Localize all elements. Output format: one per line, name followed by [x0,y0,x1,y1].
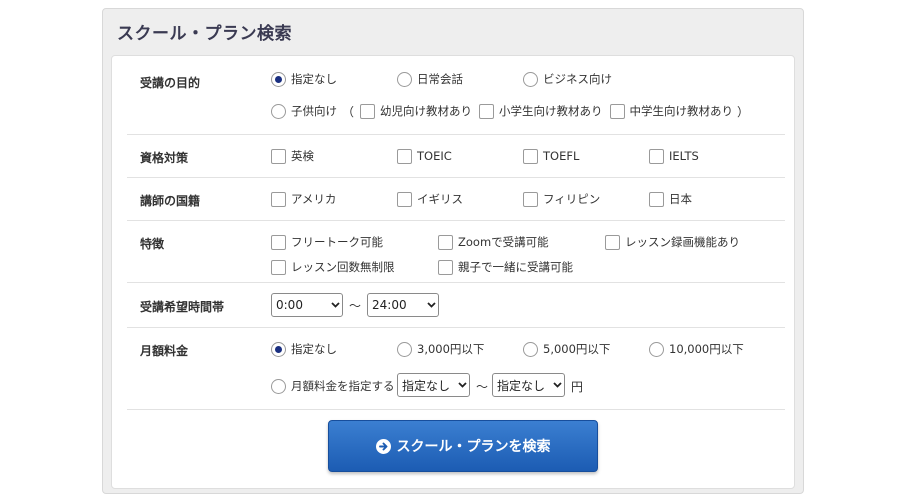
qualification-label: 資格対策 [140,151,189,165]
fee-option-custom[interactable]: 月額料金を指定する [271,377,395,395]
purpose-option-daily[interactable]: 日常会話 [397,70,463,88]
fee-max-select[interactable]: 指定なし [492,373,565,397]
checkbox[interactable] [523,191,538,207]
nationality-label: 講師の国籍 [140,194,201,208]
checkbox[interactable] [397,191,412,207]
fee-min-select[interactable]: 指定なし [397,373,470,397]
qualification-toeic[interactable]: TOEIC [397,147,452,165]
features-row: 特徴 フリートーク可能 Zoomで受講可能 レッスン録画機能あり レッスン回数無… [127,221,785,283]
checkbox[interactable] [438,259,453,275]
feature-parent-child[interactable]: 親子で一緒に受講可能 [438,258,573,276]
search-form: 受講の目的 指定なし 日常会話 ビジネス向け 子供向け （ 幼児向け教材あり 小… [111,55,795,489]
checkbox[interactable] [609,103,625,119]
qualification-row: 資格対策 英検 TOEIC TOEFL IELTS [127,135,785,178]
sub-option-junior-high[interactable]: 中学生向け教材あり [609,102,733,120]
search-panel: スクール・プラン検索 受講の目的 指定なし 日常会話 ビジネス向け 子供向け （ [102,8,804,494]
checkbox[interactable] [649,148,664,164]
purpose-kids-suboptions: （ 幼児向け教材あり 小学生向け教材あり 中学生向け教材あり ） [342,102,755,120]
purpose-option-kids[interactable]: 子供向け [271,102,337,120]
purpose-option-business[interactable]: ビジネス向け [523,70,612,88]
chevron-down-icon [455,374,469,396]
radio-selected[interactable] [271,71,286,87]
feature-recording[interactable]: レッスン録画機能あり [605,233,740,251]
feature-unlimited-lessons[interactable]: レッスン回数無制限 [271,258,395,276]
feature-free-talk[interactable]: フリートーク可能 [271,233,383,251]
nationality-uk[interactable]: イギリス [397,190,463,208]
qualification-eiken[interactable]: 英検 [271,147,314,165]
chevron-down-icon [328,294,342,316]
purpose-label: 受講の目的 [140,76,201,90]
checkbox[interactable] [605,234,620,250]
fee-row: 月額料金 指定なし 3,000円以下 5,000円以下 10,000円以下 月額… [127,328,785,410]
radio[interactable] [271,378,286,394]
nationality-philippines[interactable]: フィリピン [523,190,600,208]
qualification-ielts[interactable]: IELTS [649,147,699,165]
feature-zoom[interactable]: Zoomで受講可能 [438,233,549,251]
checkbox[interactable] [271,259,286,275]
time-separator: ～ [349,299,362,313]
qualification-toefl[interactable]: TOEFL [523,147,579,165]
paren-close: ） [737,104,750,119]
arrow-right-circle-icon [375,438,391,454]
time-from-select[interactable]: 0:00 [271,293,343,317]
features-label: 特徴 [140,237,165,251]
radio[interactable] [397,341,412,357]
checkbox[interactable] [271,148,286,164]
radio[interactable] [523,71,538,87]
nationality-japan[interactable]: 日本 [649,190,692,208]
fee-option-10000[interactable]: 10,000円以下 [649,340,744,358]
paren-open: （ [342,104,355,119]
chevron-down-icon [424,294,438,316]
sub-option-preschool[interactable]: 幼児向け教材あり [360,102,472,120]
nationality-row: 講師の国籍 アメリカ イギリス フィリピン 日本 [127,178,785,221]
radio[interactable] [649,341,664,357]
checkbox[interactable] [397,148,412,164]
checkbox[interactable] [360,103,376,119]
checkbox[interactable] [438,234,453,250]
purpose-option-none[interactable]: 指定なし [271,70,337,88]
time-row: 受講希望時間帯 0:00 ～ 24:00 [127,283,785,328]
fee-option-none[interactable]: 指定なし [271,340,337,358]
fee-option-5000[interactable]: 5,000円以下 [523,340,610,358]
panel-title: スクール・プラン検索 [117,24,292,44]
search-button-label: スクール・プランを検索 [396,439,551,455]
radio[interactable] [523,341,538,357]
time-label: 受講希望時間帯 [140,300,225,314]
fee-separator: ～ [476,380,489,394]
radio[interactable] [397,71,412,87]
checkbox[interactable] [271,234,286,250]
checkbox[interactable] [479,103,495,119]
radio-selected[interactable] [271,341,286,357]
radio[interactable] [271,103,286,119]
checkbox[interactable] [649,191,664,207]
search-button[interactable]: スクール・プランを検索 [328,420,598,472]
time-to-select[interactable]: 24:00 [367,293,439,317]
sub-option-elementary[interactable]: 小学生向け教材あり [479,102,603,120]
chevron-down-icon [550,374,564,396]
fee-option-3000[interactable]: 3,000円以下 [397,340,484,358]
fee-label: 月額料金 [140,344,189,358]
nationality-usa[interactable]: アメリカ [271,190,336,208]
checkbox[interactable] [523,148,538,164]
fee-unit: 円 [571,380,584,394]
checkbox[interactable] [271,191,286,207]
purpose-row: 受講の目的 指定なし 日常会話 ビジネス向け 子供向け （ 幼児向け教材あり 小… [127,56,785,135]
